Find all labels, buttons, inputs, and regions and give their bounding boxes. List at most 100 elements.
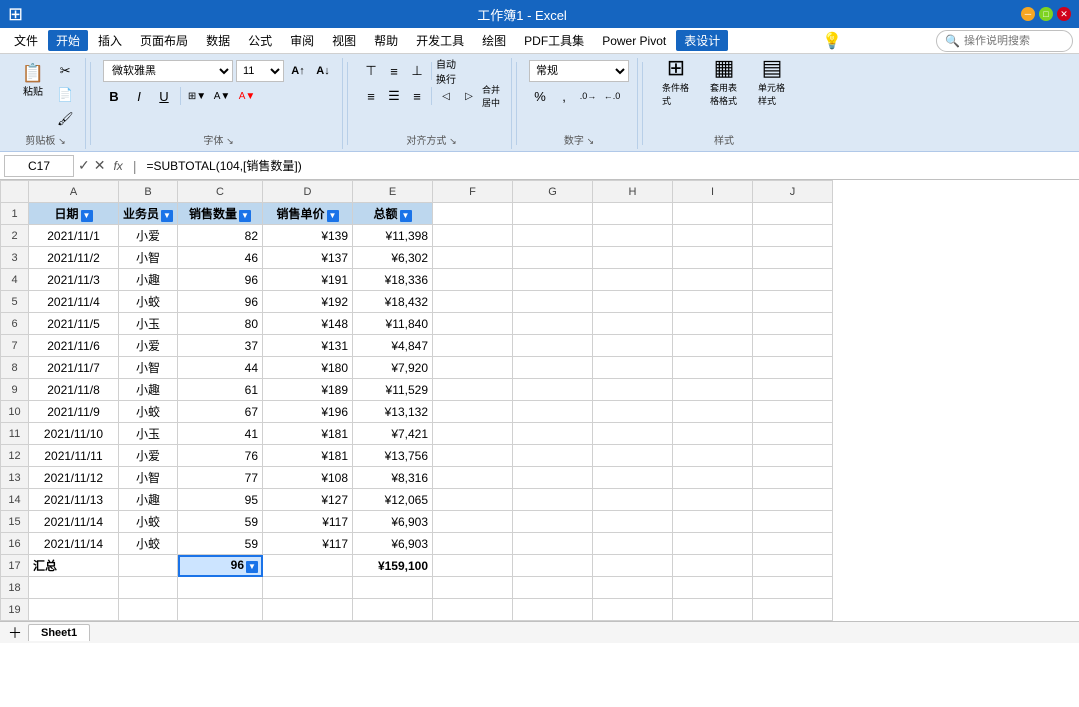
minimize-button[interactable]: ─	[1021, 7, 1035, 21]
row-header-17[interactable]: 17	[1, 555, 29, 577]
cell-a12[interactable]: 2021/11/11	[29, 445, 119, 467]
cut-button[interactable]: ✂	[54, 60, 76, 82]
cell-empty-18-6[interactable]	[513, 577, 593, 599]
cell-e11[interactable]: ¥7,421	[353, 423, 433, 445]
cell-a13[interactable]: 2021/11/12	[29, 467, 119, 489]
align-bottom-button[interactable]: ⊥	[406, 60, 428, 82]
cell-extra-9-4[interactable]	[753, 379, 833, 401]
wrap-text-button[interactable]: 自动换行	[435, 60, 457, 82]
row-header-4[interactable]: 4	[1, 269, 29, 291]
summary-dropdown[interactable]: ▼	[246, 561, 258, 573]
cell-extra-9-2[interactable]	[593, 379, 673, 401]
cell-extra-3-3[interactable]	[673, 247, 753, 269]
align-left-button[interactable]: ≡	[360, 85, 382, 107]
cell-e12[interactable]: ¥13,756	[353, 445, 433, 467]
increase-decimal-button[interactable]: .0→	[577, 85, 599, 107]
cell-empty-19-5[interactable]	[433, 599, 513, 621]
cell-d1[interactable]: 销售单价▼	[263, 203, 353, 225]
cell-extra-5-0[interactable]	[433, 291, 513, 313]
cell-extra-11-3[interactable]	[673, 423, 753, 445]
cell-extra-13-1[interactable]	[513, 467, 593, 489]
cell-a14[interactable]: 2021/11/13	[29, 489, 119, 511]
menu-file[interactable]: 文件	[6, 30, 46, 51]
cell-extra-14-2[interactable]	[593, 489, 673, 511]
menu-start[interactable]: 开始	[48, 30, 88, 51]
cell-c6[interactable]: 80	[178, 313, 263, 335]
cell-c4[interactable]: 96	[178, 269, 263, 291]
cell-b7[interactable]: 小爱	[119, 335, 178, 357]
align-top-button[interactable]: ⊤	[360, 60, 382, 82]
cell-extra-8-1[interactable]	[513, 357, 593, 379]
bold-button[interactable]: B	[103, 85, 125, 107]
cell-c15[interactable]: 59	[178, 511, 263, 533]
row-header-3[interactable]: 3	[1, 247, 29, 269]
cell-reference-input[interactable]	[4, 155, 74, 177]
cell-b2[interactable]: 小爱	[119, 225, 178, 247]
filter-d1[interactable]: ▼	[327, 210, 339, 222]
row-header-5[interactable]: 5	[1, 291, 29, 313]
cell-d6[interactable]: ¥148	[263, 313, 353, 335]
cell-extra-11-2[interactable]	[593, 423, 673, 445]
cell-style-button[interactable]: ▤ 单元格样式	[751, 60, 793, 102]
cell-a17[interactable]: 汇总	[29, 555, 119, 577]
sheet-table-wrapper[interactable]: A B C D E F G H I J 1 日期▼	[0, 180, 1079, 621]
menu-powerpivot[interactable]: Power Pivot	[594, 32, 674, 50]
cell-extra-9-0[interactable]	[433, 379, 513, 401]
cell-extra-12-2[interactable]	[593, 445, 673, 467]
cell-c7[interactable]: 37	[178, 335, 263, 357]
cell-a10[interactable]: 2021/11/9	[29, 401, 119, 423]
cell-b9[interactable]: 小趣	[119, 379, 178, 401]
cell-b13[interactable]: 小智	[119, 467, 178, 489]
cell-extra-6-3[interactable]	[673, 313, 753, 335]
cell-extra-5-3[interactable]	[673, 291, 753, 313]
cell-d8[interactable]: ¥180	[263, 357, 353, 379]
thousands-button[interactable]: ,	[553, 85, 575, 107]
cell-d14[interactable]: ¥127	[263, 489, 353, 511]
cell-extra-13-3[interactable]	[673, 467, 753, 489]
cell-c17[interactable]: 96▼	[178, 555, 263, 577]
cell-h1[interactable]	[593, 203, 673, 225]
cell-empty-19-7[interactable]	[593, 599, 673, 621]
cell-empty-18-5[interactable]	[433, 577, 513, 599]
cell-e8[interactable]: ¥7,920	[353, 357, 433, 379]
cell-extra-4-4[interactable]	[753, 269, 833, 291]
cell-extra-7-1[interactable]	[513, 335, 593, 357]
cell-e2[interactable]: ¥11,398	[353, 225, 433, 247]
cell-empty-18-2[interactable]	[178, 577, 263, 599]
cell-extra-3-0[interactable]	[433, 247, 513, 269]
cell-c14[interactable]: 95	[178, 489, 263, 511]
row-header-1[interactable]: 1	[1, 203, 29, 225]
cell-c5[interactable]: 96	[178, 291, 263, 313]
cell-empty-19-6[interactable]	[513, 599, 593, 621]
cell-empty-19-4[interactable]	[353, 599, 433, 621]
cell-a1[interactable]: 日期▼	[29, 203, 119, 225]
help-search-input[interactable]	[964, 35, 1064, 47]
help-search-box[interactable]: 🔍	[936, 30, 1073, 52]
cell-c11[interactable]: 41	[178, 423, 263, 445]
cell-c10[interactable]: 67	[178, 401, 263, 423]
row-header-9[interactable]: 9	[1, 379, 29, 401]
row-header-16[interactable]: 16	[1, 533, 29, 555]
cell-d13[interactable]: ¥108	[263, 467, 353, 489]
cell-empty-18-9[interactable]	[753, 577, 833, 599]
cell-b8[interactable]: 小智	[119, 357, 178, 379]
cell-a3[interactable]: 2021/11/2	[29, 247, 119, 269]
row-header-15[interactable]: 15	[1, 511, 29, 533]
cell-extra-12-4[interactable]	[753, 445, 833, 467]
border-button[interactable]: ⊞▼	[186, 85, 208, 107]
cell-a16[interactable]: 2021/11/14	[29, 533, 119, 555]
cell-a8[interactable]: 2021/11/7	[29, 357, 119, 379]
col-header-d[interactable]: D	[263, 181, 353, 203]
menu-formula[interactable]: 公式	[240, 30, 280, 51]
menu-insert[interactable]: 插入	[90, 30, 130, 51]
cell-extra-3-1[interactable]	[513, 247, 593, 269]
cell-b17[interactable]	[119, 555, 178, 577]
cell-empty-19-3[interactable]	[263, 599, 353, 621]
cell-a15[interactable]: 2021/11/14	[29, 511, 119, 533]
col-header-j[interactable]: J	[753, 181, 833, 203]
menu-view[interactable]: 视图	[324, 30, 364, 51]
increase-font-button[interactable]: A↑	[287, 60, 309, 82]
cell-e15[interactable]: ¥6,903	[353, 511, 433, 533]
cell-e17[interactable]: ¥159,100	[353, 555, 433, 577]
copy-button[interactable]: 📄	[54, 84, 76, 106]
